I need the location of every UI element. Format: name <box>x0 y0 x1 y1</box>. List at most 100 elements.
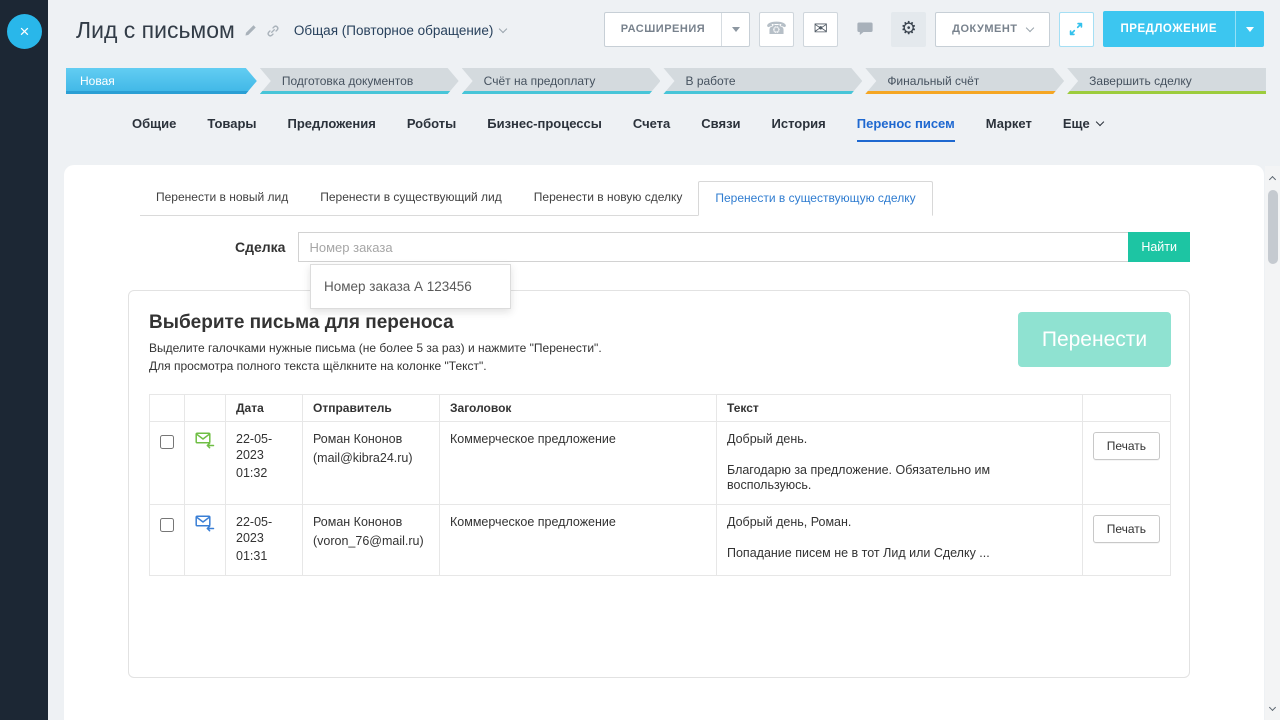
header: Лид с письмом Общая (Повторное обращение… <box>76 17 506 44</box>
stage-label: Счёт на предоплату <box>484 74 596 88</box>
mail-row-subject-cell: Коммерческое предложение <box>440 422 717 505</box>
transfer-button[interactable]: Перенести <box>1018 312 1171 367</box>
stage-label: Новая <box>80 74 115 88</box>
mail-row-date-cell: 22-05-2023 01:31 <box>226 505 303 576</box>
mail-table-header-row: Дата Отправитель Заголовок Текст <box>150 395 1171 422</box>
mail-text-line1: Добрый день, Роман. <box>727 515 1072 531</box>
mail-row-sender-cell: Роман Кононов (voron_76@mail.ru) <box>303 505 440 576</box>
mail-row-print-cell: Печать <box>1082 422 1170 505</box>
scroll-down-button[interactable] <box>1265 701 1280 716</box>
header-text: Текст <box>717 395 1083 422</box>
mail-row-subject-cell: Коммерческое предложение <box>440 505 717 576</box>
mail-row-text-cell[interactable]: Добрый день. Благодарю за предложение. О… <box>717 422 1083 505</box>
subtab-new-lead[interactable]: Перенести в новый лид <box>140 181 304 216</box>
chevron-up-icon <box>1269 175 1276 182</box>
stage-label: Завершить сделку <box>1089 74 1192 88</box>
stage-label: Финальный счёт <box>887 74 979 88</box>
offer-dropdown-button[interactable] <box>1236 11 1264 47</box>
chevron-down-icon <box>1025 23 1033 31</box>
document-button[interactable]: ДОКУМЕНТ <box>935 12 1049 47</box>
sender-email: (voron_76@mail.ru) <box>313 534 429 550</box>
expand-slider-button[interactable] <box>1059 12 1094 47</box>
subtab-existing-lead[interactable]: Перенести в существующий лид <box>304 181 518 216</box>
tab-more[interactable]: Еще <box>1063 116 1103 142</box>
link-icon[interactable] <box>266 24 280 38</box>
stage-new[interactable]: Новая <box>66 68 257 94</box>
mail-time: 01:31 <box>236 549 292 565</box>
stage-in-progress[interactable]: В работе <box>663 68 862 94</box>
gear-icon: ⚙ <box>901 20 917 38</box>
document-button-label: ДОКУМЕНТ <box>952 23 1017 35</box>
crm-lead-page: × Лид с письмом Общая (Повторное обращен… <box>0 0 1280 720</box>
tab-robots[interactable]: Роботы <box>407 116 456 142</box>
deal-suggest-item[interactable]: Номер заказа А 123456 <box>311 265 510 308</box>
scroll-up-button[interactable] <box>1265 170 1280 185</box>
scrollbar-thumb[interactable] <box>1268 190 1278 264</box>
call-button[interactable]: ☎ <box>759 12 794 47</box>
deal-search-input[interactable] <box>298 232 1128 262</box>
edit-pencil-icon[interactable] <box>244 24 257 37</box>
print-button[interactable]: Печать <box>1093 515 1160 543</box>
settings-button[interactable]: ⚙ <box>891 12 926 47</box>
tab-common[interactable]: Общие <box>132 116 176 142</box>
stage-accent <box>865 91 1064 94</box>
tab-offers[interactable]: Предложения <box>288 116 376 142</box>
print-button[interactable]: Печать <box>1093 432 1160 460</box>
tab-invoices[interactable]: Счета <box>633 116 670 142</box>
tab-products[interactable]: Товары <box>207 116 256 142</box>
stage-accent <box>663 91 862 94</box>
chat-button[interactable] <box>847 12 882 47</box>
stage-prepayment-invoice[interactable]: Счёт на предоплату <box>462 68 661 94</box>
left-sidebar-rail: × <box>0 0 48 720</box>
mail-row-checkbox[interactable] <box>160 435 174 449</box>
mail-row-checkbox[interactable] <box>160 518 174 532</box>
send-email-button[interactable]: ✉ <box>803 12 838 47</box>
caret-down-icon <box>732 27 740 32</box>
subtab-existing-deal[interactable]: Перенести в существующую сделку <box>698 181 932 216</box>
entity-tabs: Общие Товары Предложения Роботы Бизнес-п… <box>132 116 1103 142</box>
tab-links[interactable]: Связи <box>701 116 740 142</box>
header-direction-column <box>185 395 226 422</box>
mail-row: 22-05-2023 01:32 Роман Кононов (mail@kib… <box>150 422 1171 505</box>
mail-row-checkbox-cell <box>150 505 185 576</box>
stage-final-invoice[interactable]: Финальный счёт <box>865 68 1064 94</box>
phone-icon: ☎ <box>766 21 787 38</box>
content-panel: Перенести в новый лид Перенести в сущест… <box>64 165 1264 720</box>
extensions-split-button: РАСШИРЕНИЯ <box>604 12 750 47</box>
mail-row-date-cell: 22-05-2023 01:32 <box>226 422 303 505</box>
mail-row-direction-cell <box>185 505 226 576</box>
mail-row-sender-cell: Роман Кононов (mail@kibra24.ru) <box>303 422 440 505</box>
extensions-dropdown-button[interactable] <box>722 13 749 46</box>
tab-market[interactable]: Маркет <box>986 116 1032 142</box>
incoming-mail-icon <box>195 515 215 532</box>
stage-documents[interactable]: Подготовка документов <box>260 68 459 94</box>
transfer-subtabs: Перенести в новый лид Перенести в сущест… <box>140 181 933 216</box>
mail-time: 01:32 <box>236 466 292 482</box>
tab-mail-transfer[interactable]: Перенос писем <box>857 116 955 142</box>
sidebar-close-button[interactable]: × <box>7 14 42 49</box>
sender-email: (mail@kibra24.ru) <box>313 451 429 467</box>
stage-close-deal[interactable]: Завершить сделку <box>1067 68 1266 94</box>
offer-button[interactable]: ПРЕДЛОЖЕНИЕ <box>1103 11 1235 47</box>
header-subject: Заголовок <box>440 395 717 422</box>
mail-table: Дата Отправитель Заголовок Текст <box>149 394 1171 576</box>
stage-accent <box>462 91 661 94</box>
pipeline-category-dropdown[interactable]: Общая (Повторное обращение) <box>294 23 506 38</box>
stage-label: В работе <box>685 74 735 88</box>
tab-business-processes[interactable]: Бизнес-процессы <box>487 116 602 142</box>
deal-suggest-dropdown: Номер заказа А 123456 <box>310 264 511 309</box>
mail-row-checkbox-cell <box>150 422 185 505</box>
stage-accent <box>66 91 257 94</box>
deal-search-row: Сделка Найти <box>235 232 1190 262</box>
sender-name: Роман Кононов <box>313 515 429 531</box>
subtab-new-deal[interactable]: Перенести в новую сделку <box>518 181 699 216</box>
mail-row-direction-cell <box>185 422 226 505</box>
mail-date: 22-05-2023 <box>236 432 292 463</box>
mail-row-text-cell[interactable]: Добрый день, Роман. Попадание писем не в… <box>717 505 1083 576</box>
find-button[interactable]: Найти <box>1128 232 1190 262</box>
mail-text-line2: Благодарю за предложение. Обязательно им… <box>727 463 1072 494</box>
tab-history[interactable]: История <box>772 116 826 142</box>
extensions-button[interactable]: РАСШИРЕНИЯ <box>605 13 721 46</box>
stage-label: Подготовка документов <box>282 74 413 88</box>
mail-text-line1: Добрый день. <box>727 432 1072 448</box>
